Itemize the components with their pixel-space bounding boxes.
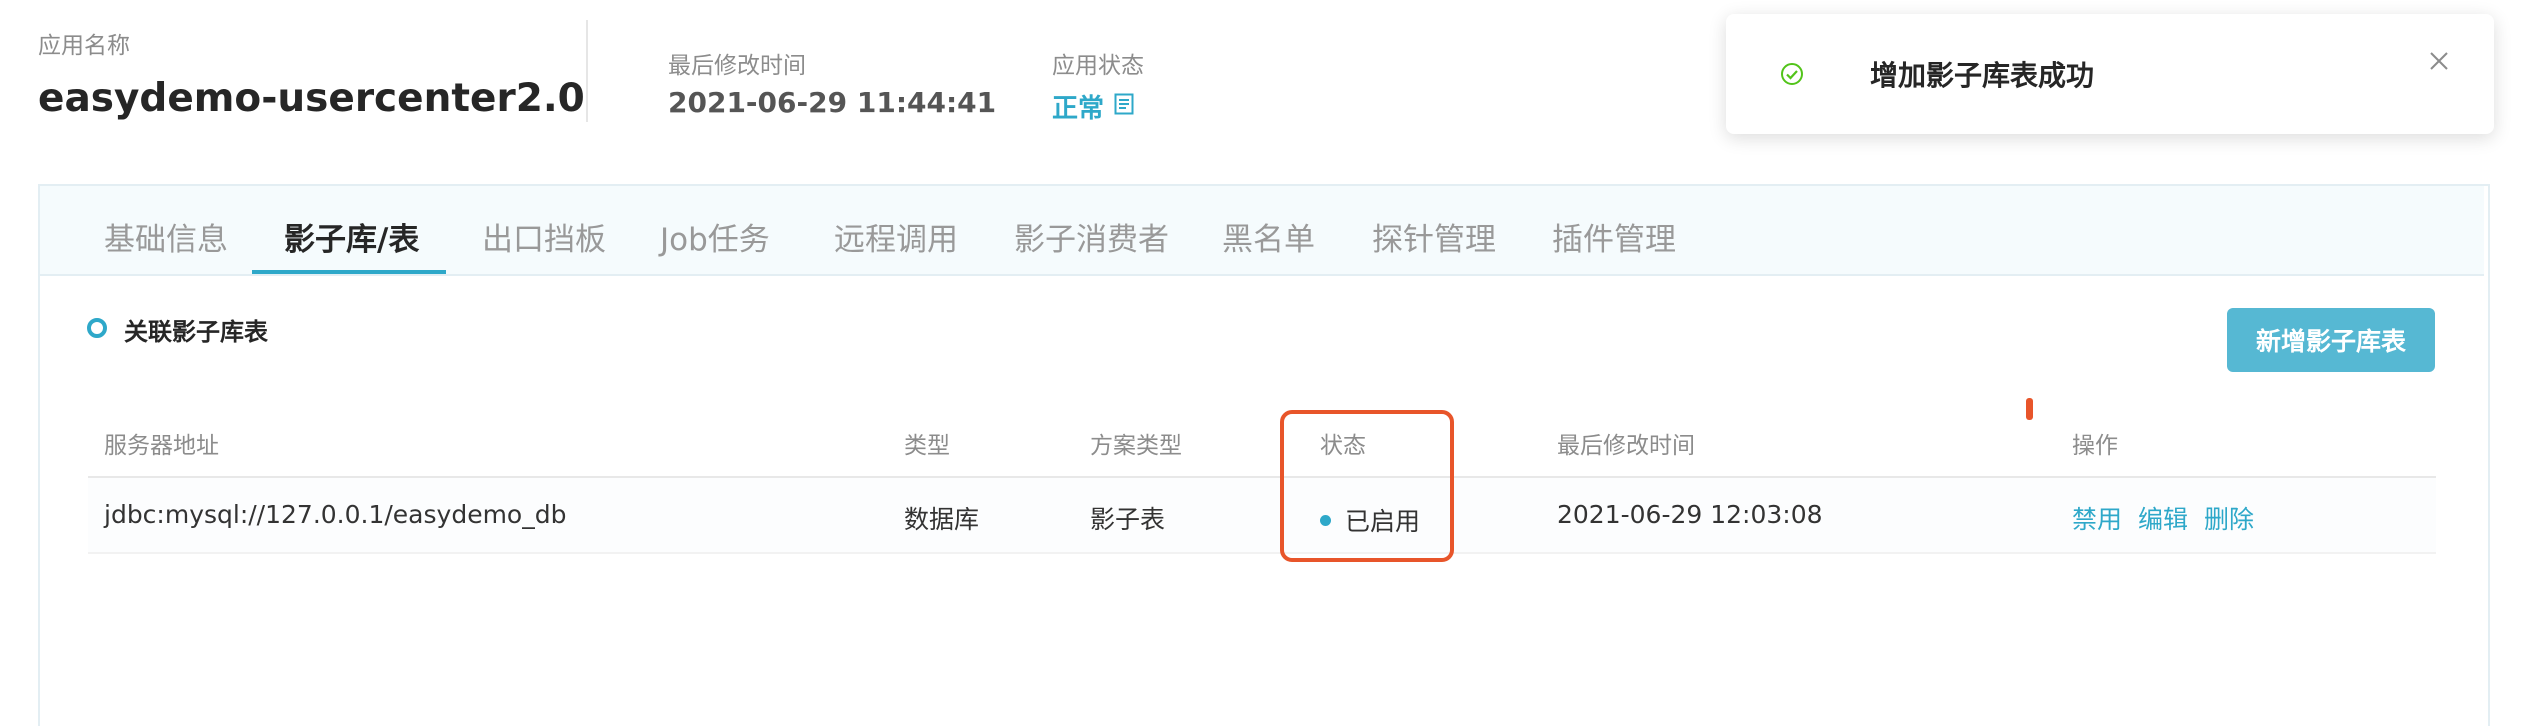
edit-link[interactable]: 编辑 bbox=[2138, 500, 2188, 536]
tab-job[interactable]: Job任务 bbox=[660, 214, 770, 259]
document-icon[interactable] bbox=[1114, 92, 1134, 122]
col-actions: 操作 bbox=[2072, 433, 2118, 459]
tab-probe[interactable]: 探针管理 bbox=[1372, 214, 1496, 259]
annotation-mark bbox=[2026, 398, 2033, 420]
modified-label: 最后修改时间 bbox=[668, 53, 806, 79]
disable-link[interactable]: 禁用 bbox=[2072, 500, 2122, 536]
cell-type: 数据库 bbox=[904, 505, 980, 534]
tab-shadow-consumer[interactable]: 影子消费者 bbox=[1014, 214, 1169, 259]
add-shadow-db-button[interactable]: 新增影子库表 bbox=[2227, 308, 2435, 372]
toast-message: 增加影子库表成功 bbox=[1870, 59, 2095, 92]
close-icon[interactable] bbox=[2428, 50, 2450, 72]
status-highlight-box bbox=[1280, 410, 1454, 562]
tab-blacklist[interactable]: 黑名单 bbox=[1222, 214, 1315, 259]
section-title: 关联影子库表 bbox=[124, 318, 268, 346]
header-divider bbox=[586, 20, 588, 122]
col-address: 服务器地址 bbox=[104, 433, 219, 459]
tab-remote-call[interactable]: 远程调用 bbox=[834, 214, 958, 259]
app-status: 正常 bbox=[1052, 88, 1134, 125]
tab-basic-info[interactable]: 基础信息 bbox=[104, 214, 228, 259]
app-name: easydemo-usercenter2.0 bbox=[38, 76, 585, 121]
cell-address: jdbc:mysql://127.0.0.1/easydemo_db bbox=[104, 500, 567, 529]
app-name-label: 应用名称 bbox=[38, 33, 130, 59]
cell-scheme: 影子表 bbox=[1090, 505, 1166, 534]
app-status-value: 正常 bbox=[1052, 94, 1105, 124]
tab-shadow-db[interactable]: 影子库/表 bbox=[284, 214, 419, 259]
col-modified: 最后修改时间 bbox=[1557, 433, 1695, 459]
col-type: 类型 bbox=[904, 433, 950, 459]
col-scheme: 方案类型 bbox=[1090, 433, 1182, 459]
cell-modified: 2021-06-29 12:03:08 bbox=[1557, 500, 1823, 529]
section-circle-icon bbox=[87, 318, 107, 338]
tab-exit-baffle[interactable]: 出口挡板 bbox=[482, 214, 606, 259]
delete-link[interactable]: 删除 bbox=[2204, 500, 2254, 536]
modified-value: 2021-06-29 11:44:41 bbox=[668, 86, 997, 119]
success-check-icon bbox=[1780, 62, 1804, 86]
status-label: 应用状态 bbox=[1052, 53, 1144, 79]
tab-plugin[interactable]: 插件管理 bbox=[1552, 214, 1676, 259]
active-tab-indicator bbox=[252, 270, 446, 274]
success-toast bbox=[1726, 14, 2494, 134]
